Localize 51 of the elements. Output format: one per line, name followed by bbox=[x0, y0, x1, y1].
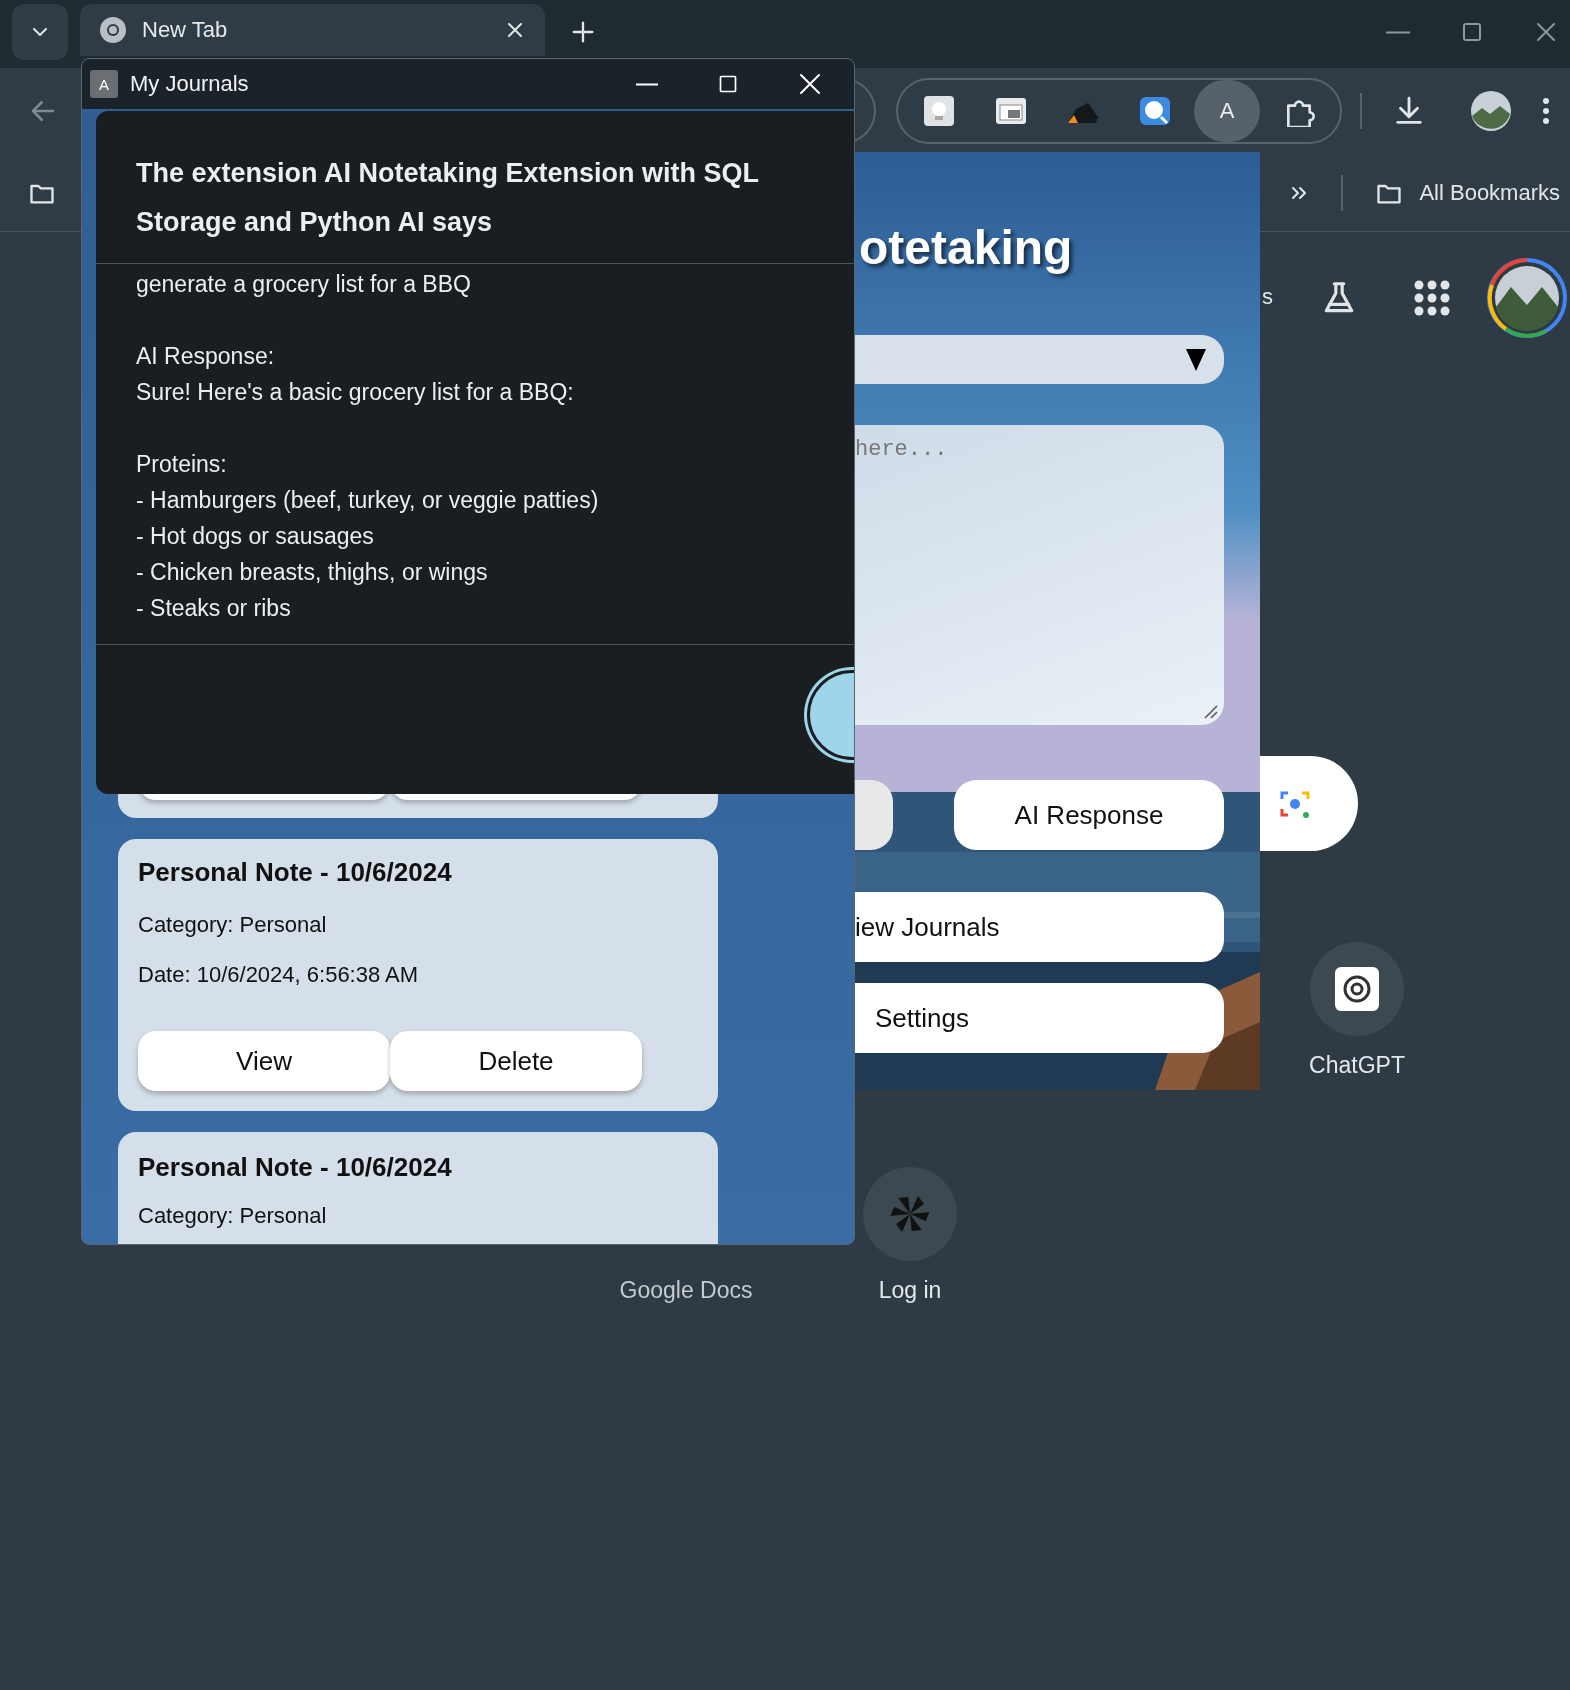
dropdown-arrow-icon bbox=[1186, 348, 1206, 371]
avatar-icon[interactable] bbox=[1470, 90, 1512, 132]
minimize-icon bbox=[1386, 30, 1410, 34]
shortcut-label[interactable]: ChatGPT bbox=[1309, 1052, 1405, 1079]
message-line: - Hot dogs or sausages bbox=[136, 522, 375, 551]
kebab-menu-icon bbox=[1542, 97, 1550, 125]
search-box[interactable] bbox=[1260, 756, 1358, 851]
message-line: generate a grocery list for a BBQ bbox=[136, 270, 472, 299]
message-line: - Steaks or ribs bbox=[136, 594, 292, 623]
dialog-title: The extension AI Notetaking Extension with SQL Storage and Python AI says bbox=[135, 157, 760, 239]
close-icon bbox=[798, 72, 822, 96]
window-icon bbox=[995, 97, 1027, 125]
browser-tab[interactable]: New Tab bbox=[80, 4, 545, 56]
lightbulb-icon bbox=[923, 95, 955, 127]
window-title: My Journals bbox=[130, 71, 249, 97]
entry-action-button[interactable]: View bbox=[138, 1031, 390, 1091]
close-icon bbox=[1534, 20, 1558, 44]
category-select[interactable] bbox=[855, 335, 1224, 384]
account-avatar[interactable] bbox=[1486, 257, 1568, 339]
shortcut-label[interactable]: Log in bbox=[878, 1277, 942, 1304]
maximize-button[interactable] bbox=[718, 74, 738, 94]
extension-button[interactable]: A bbox=[1194, 80, 1260, 142]
maximize-icon bbox=[718, 74, 738, 94]
message-line: - Chicken breasts, thighs, or wings bbox=[136, 558, 489, 587]
extension-letter: A bbox=[1219, 98, 1235, 124]
close-button[interactable] bbox=[798, 72, 822, 96]
message-line: Sure! Here's a basic grocery list for a BBQ: bbox=[136, 378, 575, 407]
resize-grip-icon[interactable] bbox=[1202, 703, 1218, 719]
ai-response-button[interactable]: AI Response bbox=[954, 780, 1224, 850]
minimize-icon bbox=[636, 82, 658, 86]
all-bookmarks-button[interactable]: All Bookmarks bbox=[1373, 178, 1560, 207]
entry-date: Date: 10/6/2024, 6:56:38 AM bbox=[138, 963, 420, 988]
entry-title: Personal Note - 10/6/2024 bbox=[138, 1154, 453, 1180]
entry-title: Personal Note - 10/6/2024 bbox=[138, 859, 453, 885]
header-link[interactable]: s bbox=[1262, 284, 1273, 310]
apps-grid-icon[interactable] bbox=[1414, 280, 1450, 316]
entry-category: Category: Personal bbox=[138, 1204, 328, 1229]
app-title: otetaking bbox=[859, 220, 1073, 275]
app-icon: A bbox=[90, 70, 118, 98]
menu-button[interactable] bbox=[1542, 97, 1550, 125]
entry-action-button[interactable]: Delete bbox=[390, 1031, 642, 1091]
entry-category: Category: Personal bbox=[138, 913, 328, 938]
message-line: Proteins: bbox=[136, 450, 228, 479]
menu-button[interactable]: Settings bbox=[855, 983, 1224, 1053]
message-line: - Hamburgers (beef, turkey, or veggie patties) bbox=[136, 486, 600, 515]
maximize-icon bbox=[1460, 20, 1484, 44]
shortcut-label[interactable]: Google Docs bbox=[619, 1277, 753, 1304]
message-line: AI Response: bbox=[136, 342, 276, 371]
menu-button[interactable]: iew Journals bbox=[855, 892, 1224, 962]
chrome-logo-icon bbox=[98, 15, 128, 45]
minimize-button[interactable] bbox=[636, 82, 658, 86]
